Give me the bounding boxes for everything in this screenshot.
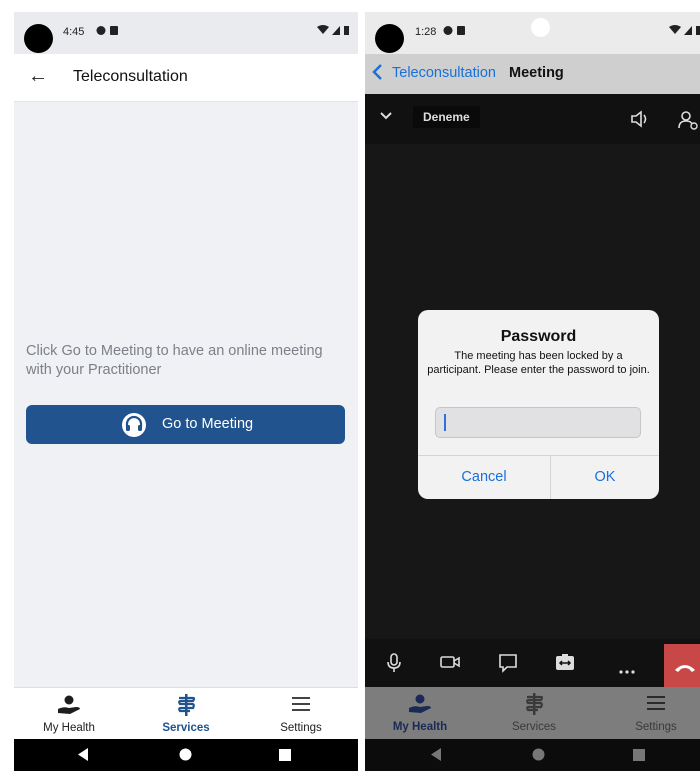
video-camera-icon[interactable] xyxy=(440,655,460,674)
dialog-message: The meeting has been locked by a partici… xyxy=(427,350,650,376)
status-bar: 4:45 xyxy=(14,12,358,54)
caduceus-icon xyxy=(479,693,589,715)
system-home-icon[interactable] xyxy=(532,748,545,766)
participant-icon[interactable] xyxy=(678,110,698,135)
left-phone-screen: 4:45 ← Teleconsultation Click Go to Meet… xyxy=(14,12,358,771)
notification-icons xyxy=(96,25,122,39)
tab-settings-label: Settings xyxy=(635,721,677,733)
front-camera xyxy=(375,24,404,53)
chevron-down-icon[interactable] xyxy=(380,108,392,126)
menu-icon xyxy=(246,694,356,716)
meeting-name: Deneme xyxy=(413,106,480,128)
app-bar: ← Teleconsultation xyxy=(14,54,358,102)
tab-settings[interactable]: Settings xyxy=(601,687,700,739)
bottom-tab-bar: My Health Services Settings xyxy=(14,687,358,739)
navigation-bar: Teleconsultation Meeting xyxy=(365,54,700,94)
tab-my-health[interactable]: My Health xyxy=(365,687,475,739)
go-to-meeting-label: Go to Meeting xyxy=(162,416,254,432)
dialog-title: Password xyxy=(500,328,577,345)
bottom-tab-bar: My Health Services Settings xyxy=(365,687,700,739)
system-recents-icon[interactable] xyxy=(633,748,645,766)
chevron-left-icon[interactable] xyxy=(371,63,383,86)
system-back-icon[interactable] xyxy=(430,748,442,766)
page-title: Teleconsultation xyxy=(73,68,188,85)
cancel-button[interactable]: Cancel xyxy=(418,456,550,499)
system-nav-bar xyxy=(14,739,358,771)
tab-services-label: Services xyxy=(511,721,557,733)
health-hand-icon xyxy=(365,693,475,715)
status-time: 1:28 xyxy=(415,26,437,38)
tab-services-label: Services xyxy=(162,722,210,734)
screen-record-dot xyxy=(531,18,550,37)
tab-settings[interactable]: Settings xyxy=(246,688,356,740)
right-phone-screen: 1:28 Teleconsultation Meeting Deneme Pas… xyxy=(365,12,700,771)
back-link[interactable]: Teleconsultation xyxy=(392,65,496,81)
page-title: Meeting xyxy=(509,65,564,81)
status-time: 4:45 xyxy=(63,26,85,38)
meeting-instructions: Click Go to Meeting to have an online me… xyxy=(26,343,323,378)
password-input[interactable] xyxy=(435,407,641,438)
more-options-icon[interactable] xyxy=(619,661,635,679)
system-recents-icon[interactable] xyxy=(279,748,291,766)
signal-battery-icons xyxy=(316,24,352,39)
tab-settings-label: Settings xyxy=(280,722,322,734)
hang-up-button[interactable] xyxy=(664,644,700,687)
system-home-icon[interactable] xyxy=(179,748,192,766)
front-camera xyxy=(24,24,53,53)
back-arrow-icon[interactable]: ← xyxy=(28,65,48,88)
signal-battery-icons xyxy=(668,24,700,39)
tab-services[interactable]: Services xyxy=(479,687,589,739)
go-to-meeting-button[interactable]: Go to Meeting xyxy=(26,405,345,444)
meeting-header: Deneme xyxy=(365,94,700,144)
tab-services[interactable]: Services xyxy=(131,688,241,740)
tab-my-health[interactable]: My Health xyxy=(14,688,124,740)
headset-icon xyxy=(122,413,146,437)
text-caret xyxy=(444,414,446,431)
ok-button[interactable]: OK xyxy=(551,456,659,499)
phone-hangup-icon xyxy=(674,660,696,678)
menu-icon xyxy=(601,693,700,715)
caduceus-icon xyxy=(131,694,241,716)
speaker-icon[interactable] xyxy=(630,110,650,133)
meeting-controls xyxy=(365,639,700,687)
microphone-icon[interactable] xyxy=(386,653,402,678)
notification-icons xyxy=(443,25,469,39)
tab-my-health-label: My Health xyxy=(392,721,448,733)
health-hand-icon xyxy=(14,694,124,716)
status-bar: 1:28 xyxy=(365,12,700,54)
screen-share-icon[interactable] xyxy=(555,653,575,676)
system-nav-bar xyxy=(365,739,700,771)
password-dialog: Password The meeting has been locked by … xyxy=(418,310,659,499)
system-back-icon[interactable] xyxy=(77,748,89,766)
chat-icon[interactable] xyxy=(498,653,518,678)
tab-my-health-label: My Health xyxy=(43,722,95,734)
